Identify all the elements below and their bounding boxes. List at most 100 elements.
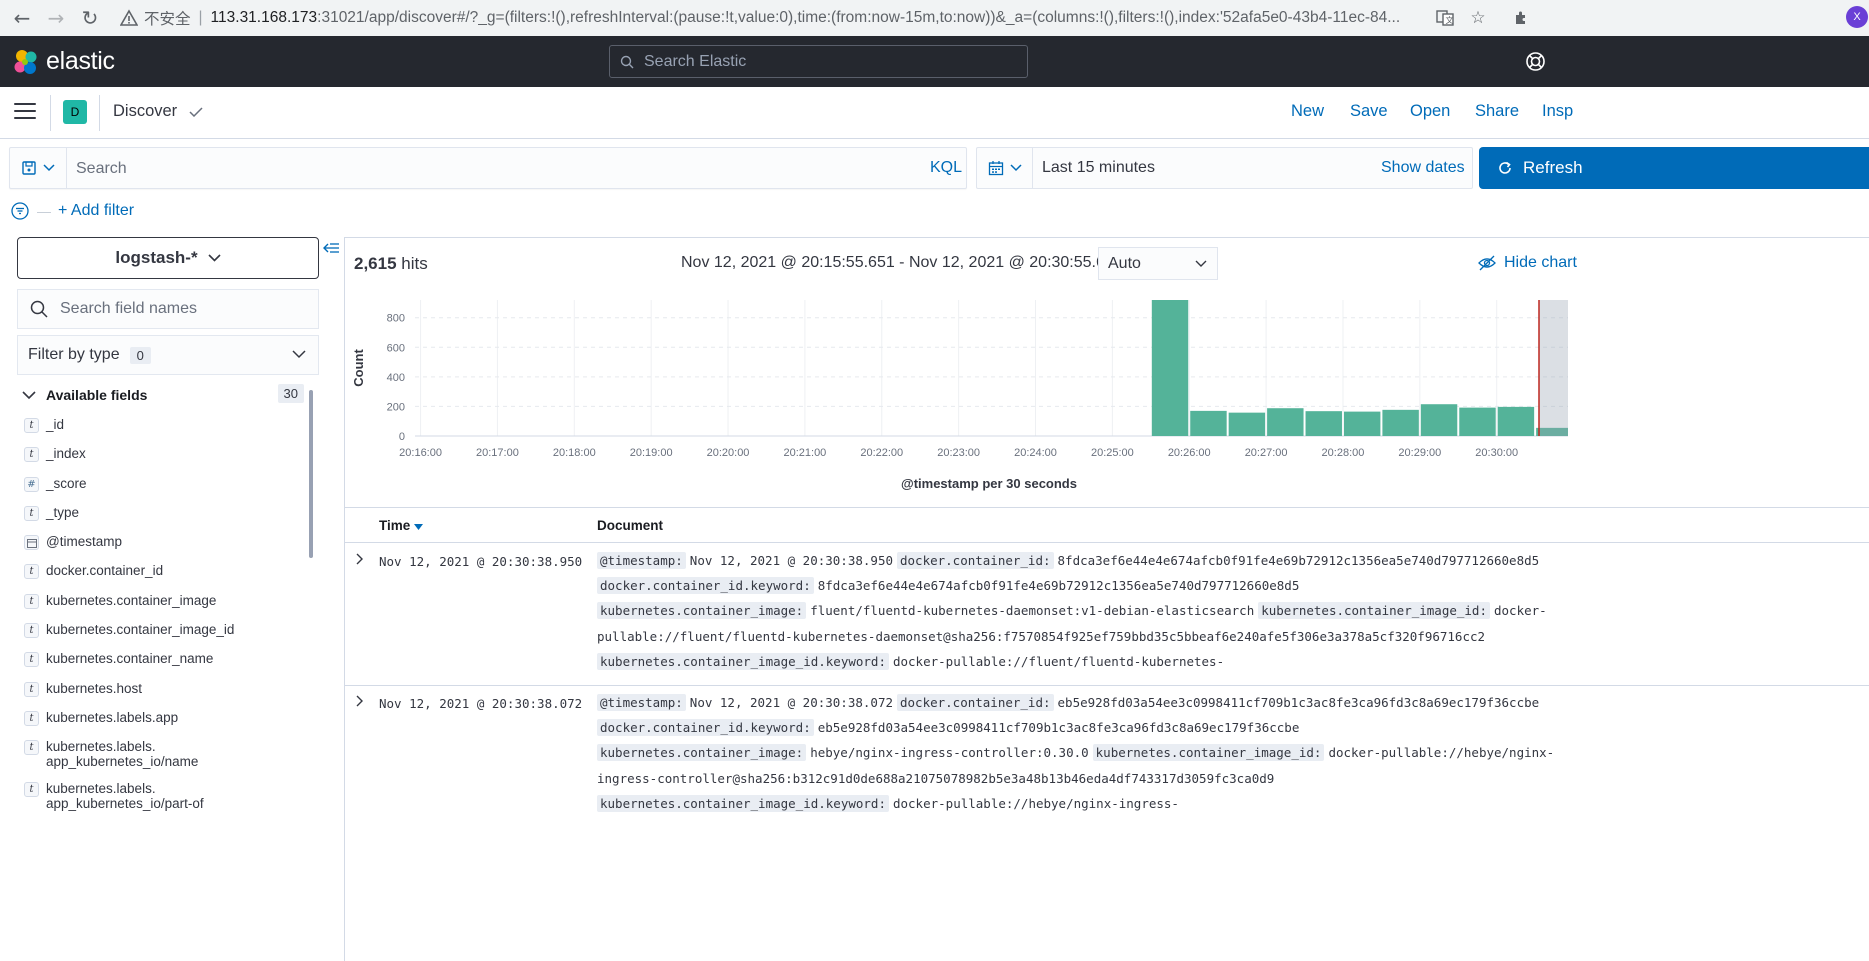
query-input[interactable]: Search <box>76 160 127 178</box>
bookmark-star-icon[interactable]: ☆ <box>1463 0 1493 36</box>
x-tick-label: 20:25:00 <box>1091 447 1134 459</box>
back-icon[interactable]: ← <box>4 0 40 36</box>
sort-down-icon[interactable] <box>414 524 424 530</box>
url-separator: | <box>198 9 203 26</box>
breadcrumb[interactable]: Discover <box>113 102 203 121</box>
y-tick-label: 200 <box>387 401 405 413</box>
extensions-icon[interactable] <box>1506 0 1536 36</box>
divider: — <box>37 203 51 219</box>
time-header-label: Time <box>379 518 411 533</box>
field-name: kubernetes.container_image_id <box>46 622 235 638</box>
search-icon <box>620 55 634 68</box>
add-filter-button[interactable]: + Add filter <box>58 202 134 220</box>
table-row[interactable]: Nov 12, 2021 @ 20:30:38.950 @timestamp: No… <box>345 544 1869 686</box>
field-item[interactable]: t _id <box>24 415 304 444</box>
field-item[interactable]: t kubernetes.labels. app_kubernetes_io/pa… <box>24 779 304 821</box>
row-timestamp: Nov 12, 2021 @ 20:30:38.950 <box>379 554 583 569</box>
open-link[interactable]: Open <box>1410 102 1450 121</box>
string-field-icon: t <box>24 652 39 668</box>
row-document: @timestamp: Nov 12, 2021 @ 20:30:38.950 do… <box>597 548 1557 674</box>
field-item[interactable]: t _index <box>24 444 304 473</box>
field-item[interactable]: # _score <box>24 474 304 503</box>
field-item[interactable]: t _type <box>24 503 304 532</box>
time-column-header[interactable]: Time <box>379 518 424 533</box>
hamburger-menu-icon[interactable] <box>14 103 36 123</box>
field-item[interactable]: t docker.container_id <box>24 561 304 590</box>
saved-query-button[interactable] <box>10 148 67 188</box>
field-name: _type <box>46 504 80 520</box>
warning-icon <box>120 9 138 26</box>
field-value: ingress-controller@sha256:b312c91d0de688… <box>597 770 1275 786</box>
hits-label: hits <box>401 254 428 273</box>
refresh-button[interactable]: Refresh <box>1479 147 1869 189</box>
share-link[interactable]: Share <box>1475 102 1519 121</box>
field-value: eb5e928fd03a54ee3c0998411cf709b1c3ac8fe3… <box>817 720 1300 736</box>
address-bar[interactable]: 不安全 | 113.31.168.173:31021/app/discover#… <box>118 3 1471 33</box>
available-fields-toggle[interactable]: Available fields 30 <box>22 384 304 405</box>
field-item[interactable]: t kubernetes.container_name <box>24 649 304 678</box>
field-search-input[interactable]: Search field names <box>17 289 319 329</box>
x-tick-label: 20:30:00 <box>1475 447 1518 459</box>
url-host: 113.31.168.173 <box>210 9 318 26</box>
expand-row-icon[interactable] <box>353 552 367 566</box>
collapse-sidebar-icon[interactable] <box>323 242 339 256</box>
browser-toolbar: ← → ↻ 不安全 | 113.31.168.173:31021/app/dis… <box>0 0 1869 36</box>
profile-avatar[interactable]: X <box>1846 6 1868 28</box>
document-line: kubernetes.container_image: hebye/nginx-i… <box>597 740 1557 765</box>
field-name: kubernetes.container_image <box>46 592 217 608</box>
field-item[interactable]: t kubernetes.container_image <box>24 591 304 620</box>
field-key: kubernetes.container_image_id: <box>1258 602 1490 620</box>
field-item[interactable]: t kubernetes.labels.app <box>24 708 304 737</box>
inspect-link[interactable]: Insp <box>1542 102 1573 121</box>
field-key: kubernetes.container_image_id.keyword: <box>597 652 889 670</box>
sidebar-scrollbar[interactable] <box>309 390 313 558</box>
interval-select[interactable]: Auto <box>1098 247 1218 280</box>
hits-number: 2,615 <box>354 254 397 273</box>
filter-by-type-label: Filter by type <box>28 346 120 363</box>
histogram-bar <box>1382 409 1419 436</box>
space-avatar[interactable]: D <box>63 100 87 124</box>
refresh-icon <box>1499 161 1511 174</box>
date-picker: Last 15 minutes Show dates <box>976 147 1473 189</box>
forward-icon[interactable]: → <box>38 0 74 36</box>
field-item[interactable]: t kubernetes.container_image_id <box>24 620 304 649</box>
elastic-logo-icon[interactable] <box>12 48 40 76</box>
translate-icon[interactable]: 文 <box>1430 0 1460 36</box>
field-item[interactable]: t kubernetes.labels. app_kubernetes_io/na… <box>24 737 304 779</box>
field-value: docker-pullable://fluent/fluentd-kuberne… <box>892 653 1225 669</box>
date-range-label[interactable]: Last 15 minutes <box>1042 159 1155 177</box>
show-dates-link[interactable]: Show dates <box>1381 159 1465 177</box>
document-line: ingress-controller@sha256:b312c91d0de688… <box>597 766 1557 791</box>
kql-toggle[interactable]: KQL <box>930 159 962 177</box>
field-value: docker-pullable://hebye/nginx-ingress- <box>892 795 1179 811</box>
expand-row-icon[interactable] <box>353 694 367 708</box>
table-row[interactable]: Nov 12, 2021 @ 20:30:38.072 @timestamp: No… <box>345 686 1869 826</box>
quick-menu-button[interactable] <box>977 148 1033 188</box>
field-key: @timestamp: <box>597 694 686 711</box>
global-search-input[interactable]: Search Elastic <box>609 45 1028 78</box>
field-item[interactable]: t kubernetes.host <box>24 679 304 708</box>
field-item[interactable]: @timestamp <box>24 532 304 561</box>
row-timestamp: Nov 12, 2021 @ 20:30:38.072 <box>379 696 583 711</box>
reload-icon[interactable]: ↻ <box>72 0 108 36</box>
future-region <box>1539 300 1568 436</box>
chevron-down-icon <box>189 106 203 117</box>
filter-options-icon[interactable] <box>11 202 29 220</box>
filter-count-badge: 0 <box>129 346 151 364</box>
y-axis-label: Count <box>351 349 366 387</box>
help-icon[interactable] <box>1525 51 1546 72</box>
field-name: _score <box>46 475 87 491</box>
field-key: docker.container_id: <box>897 694 1054 711</box>
histogram-bar <box>1459 407 1496 436</box>
filter-by-type-button[interactable]: Filter by type 0 <box>17 335 319 375</box>
new-link[interactable]: New <box>1291 102 1324 121</box>
save-link[interactable]: Save <box>1350 102 1388 121</box>
document-column-header: Document <box>597 518 664 533</box>
string-field-icon: t <box>24 681 39 697</box>
y-tick-label: 800 <box>387 313 405 325</box>
hide-chart-button[interactable]: Hide chart <box>1478 254 1577 272</box>
histogram-chart[interactable]: 0 200 400 600 800 20:16:00 20:17:00 20:18:00 20:… <box>345 290 1569 500</box>
index-pattern-selector[interactable]: logstash-* <box>17 237 319 279</box>
x-tick-label: 20:24:00 <box>1014 447 1057 459</box>
field-key: kubernetes.container_image_id: <box>1092 744 1325 762</box>
